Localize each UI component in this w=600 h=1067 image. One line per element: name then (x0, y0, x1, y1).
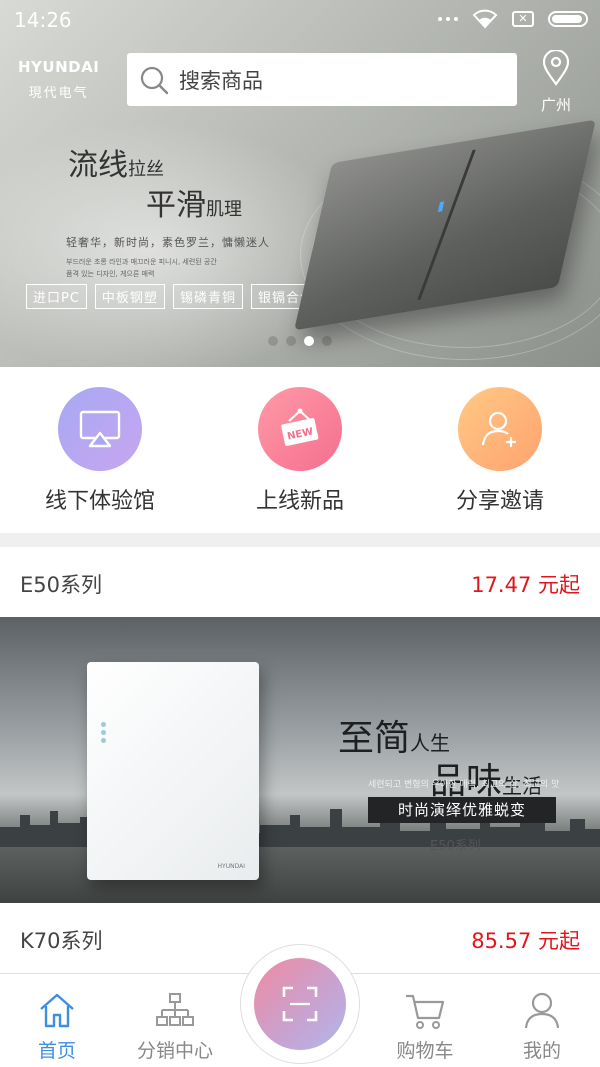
wifi-icon (472, 9, 498, 29)
slogan-line1-small: 拉丝 (128, 159, 164, 180)
location-city: 广州 (540, 96, 571, 114)
product-slogan-ko: 세련되고 변형의 우아한 매력, 최고의 삶, 최고의 맛 (368, 780, 560, 790)
brand-logo-cn: 現代电气 (28, 86, 89, 101)
person-icon (524, 992, 560, 1029)
panel-brand: HYUNDAI (217, 863, 245, 870)
search-placeholder: 搜索商品 (179, 68, 263, 93)
location-pin-icon (542, 48, 570, 86)
product-slogan-1-big: 至简 (338, 718, 411, 759)
tab-label: 我的 (522, 1040, 561, 1062)
product-price: 85.57 元起 (471, 929, 580, 953)
slogan-description-ko: 부드러운 초롱 라인과 매끄러운 피니시, 세련된 공간 품격 있는 디자인, … (66, 256, 270, 280)
slogan-description: 轻奢华，新时尚，素色罗兰，慵懒迷人 (66, 236, 270, 249)
tab-profile[interactable]: 我的 (497, 974, 587, 1063)
status-time: 14:26 (14, 8, 72, 32)
tab-label: 购物车 (396, 1040, 454, 1062)
battery-icon (548, 11, 588, 27)
pager-dot[interactable] (286, 336, 296, 346)
search-icon (140, 66, 169, 94)
search-bar[interactable]: 搜索商品 (127, 53, 517, 106)
pager-dot[interactable] (268, 336, 278, 346)
slogan-line2: 平滑 (146, 188, 206, 223)
slogan-line2-small: 肌理 (206, 199, 242, 220)
tab-cart[interactable]: 购物车 (380, 974, 470, 1063)
no-sim-icon: ✕ (512, 11, 534, 27)
banner-tags: 进口PC 中板钢塑 锡磷青铜 银镉合金 (26, 284, 321, 309)
product-tagline-bar: 时尚演绎优雅蜕变 (368, 797, 556, 823)
banner-pager[interactable] (268, 336, 332, 346)
slogan-ko-line1: 부드러운 초롱 라인과 매끄러운 피니시, 세련된 공간 (66, 258, 217, 266)
tab-label: 首页 (37, 1040, 76, 1062)
slogan-line1: 流线 (68, 148, 128, 183)
cart-icon (406, 994, 445, 1029)
quick-action-share-invite[interactable]: 分享邀请 (400, 367, 600, 533)
pager-dot-active[interactable] (304, 336, 314, 346)
airplay-icon (58, 387, 142, 471)
quick-action-label: 分享邀请 (455, 489, 544, 514)
brand-logo[interactable]: HYUNDAI 現代电气 (18, 58, 99, 101)
product-banner-e50[interactable]: HYUNDAI 至简人生 品味生活 세련되고 변형의 우아한 매력, 최고의 삶… (0, 617, 600, 903)
banner-slogan: 流线拉丝 平滑肌理 轻奢华，新时尚，素色罗兰，慵懒迷人 부드러운 초롱 라인과 … (66, 140, 270, 280)
slogan-ko-line2: 품격 있는 디자인, 게으른 매력 (66, 270, 155, 278)
home-icon (40, 993, 74, 1028)
tab-label: 分销中心 (136, 1040, 213, 1062)
switch-panel-image: HYUNDAI (87, 662, 259, 880)
quick-action-new-products[interactable]: NEW 上线新品 (200, 367, 400, 533)
hero-banner[interactable]: 14:26 ✕ HYUNDAI 現代电气 搜索商品 广州 流线拉丝 平滑肌理 轻… (0, 0, 600, 367)
org-chart-icon (156, 993, 194, 1026)
product-header-e50[interactable]: E50系列 17.47 元起 (0, 547, 600, 617)
scan-icon (282, 986, 318, 1022)
quick-action-experience-hall[interactable]: 线下体验馆 (0, 367, 200, 533)
product-name: E50系列 (20, 573, 102, 597)
product-price: 17.47 元起 (471, 573, 580, 597)
pager-dot[interactable] (322, 336, 332, 346)
new-sign-icon: NEW (258, 387, 342, 471)
product-name: K70系列 (20, 929, 103, 953)
quick-action-label: 线下体验馆 (44, 489, 155, 514)
more-dots-icon (438, 17, 458, 21)
tab-home[interactable]: 首页 (12, 974, 102, 1063)
status-bar: 14:26 ✕ (0, 0, 600, 40)
quick-action-label: 上线新品 (255, 489, 344, 514)
brand-logo-en: HYUNDAI (18, 58, 100, 76)
product-series-label: E50系列 (430, 839, 481, 854)
scan-button[interactable] (254, 958, 346, 1050)
location-selector[interactable]: 广州 (534, 48, 578, 115)
add-user-icon (458, 387, 542, 471)
quick-actions: 线下体验馆 NEW 上线新品 分享邀请 (0, 367, 600, 533)
banner-tag: 中板钢塑 (94, 284, 165, 309)
banner-tag: 锡磷青铜 (172, 284, 243, 309)
tab-distribution[interactable]: 分销中心 (130, 974, 220, 1063)
banner-tag: 进口PC (26, 284, 87, 309)
